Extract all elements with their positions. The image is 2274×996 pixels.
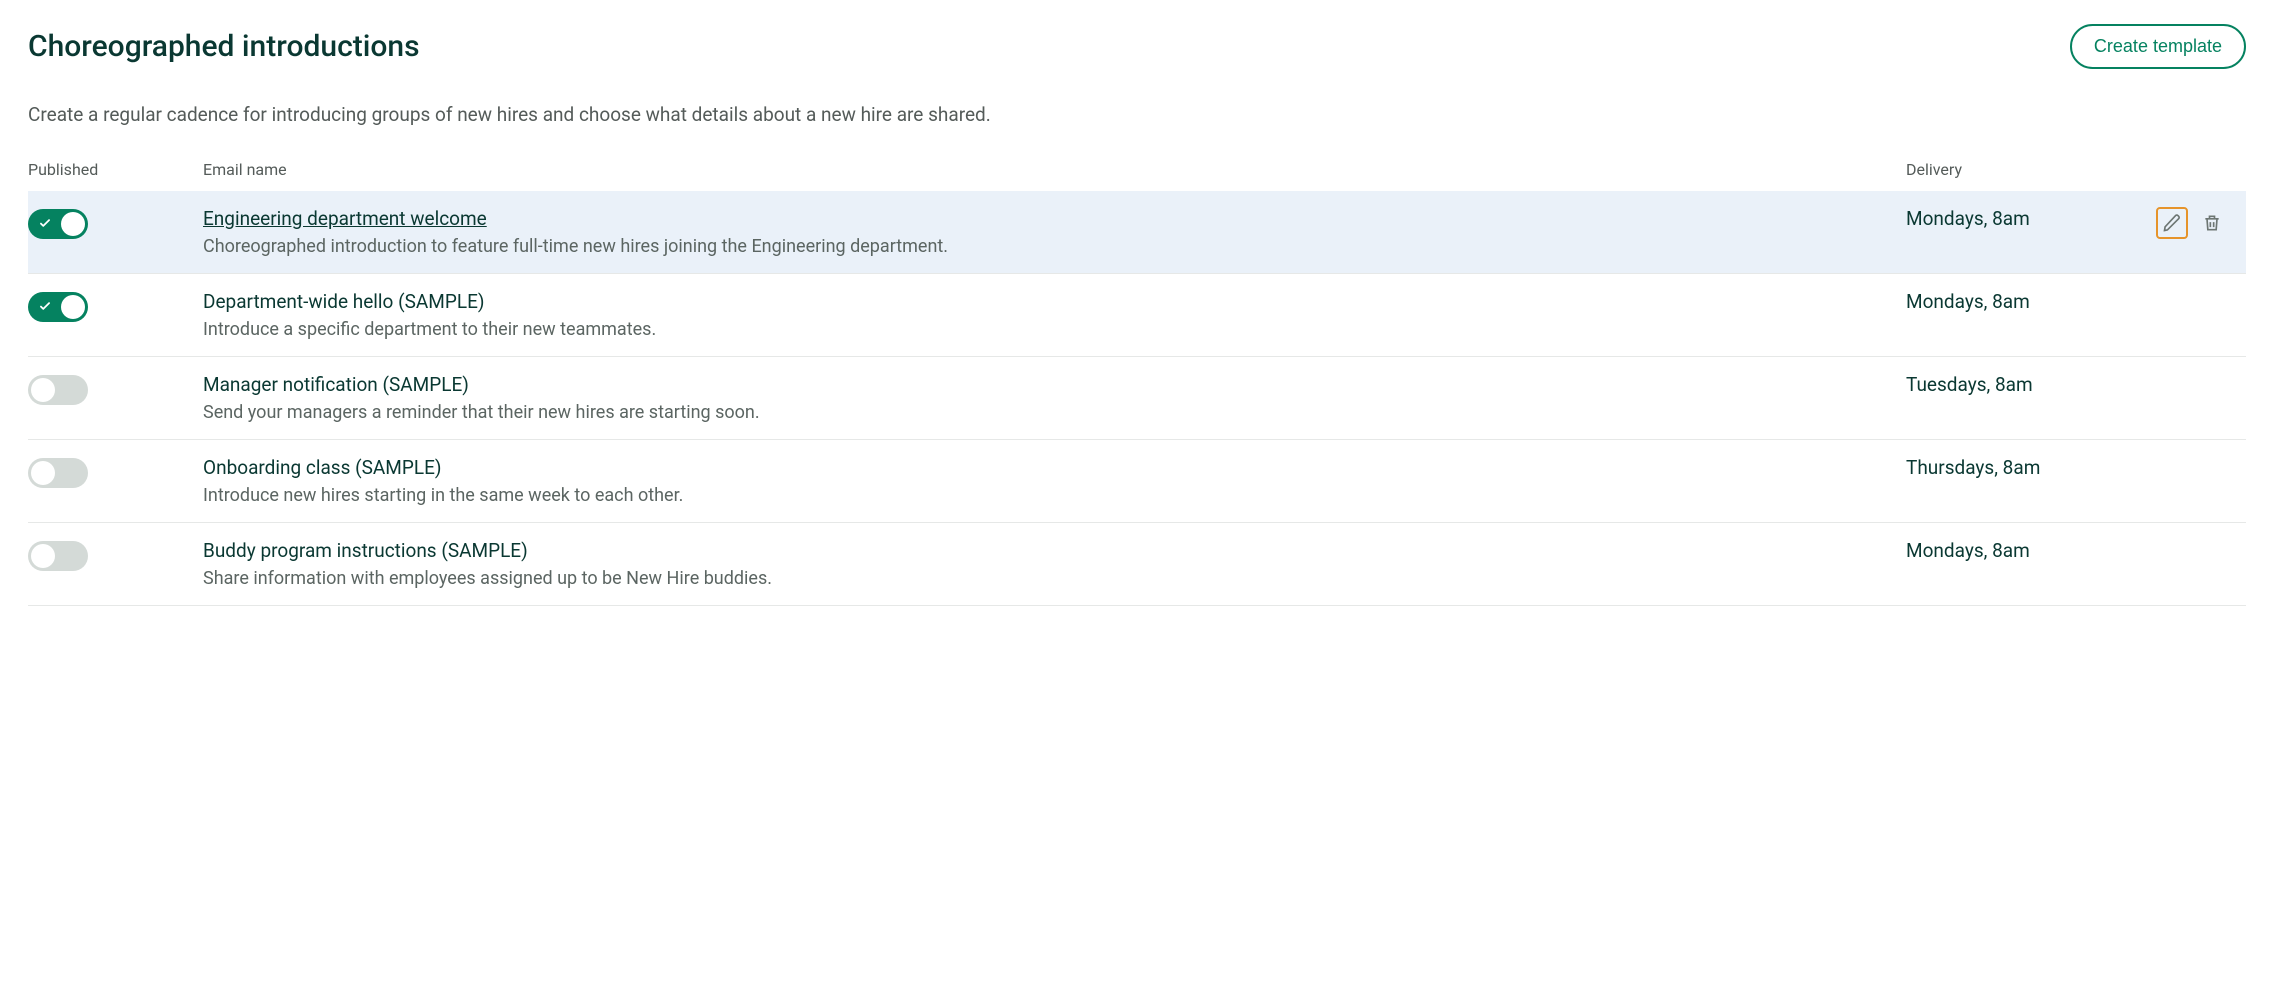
delivery-value: Mondays, 8am: [1906, 207, 2156, 230]
email-description: Introduce new hires starting in the same…: [203, 485, 1906, 506]
published-toggle[interactable]: [28, 292, 88, 322]
email-description: Share information with employees assigne…: [203, 568, 1906, 589]
pencil-icon: [2162, 213, 2182, 233]
email-description: Choreographed introduction to feature fu…: [203, 236, 1906, 257]
table-row: Buddy program instructions (SAMPLE) Share…: [28, 523, 2246, 606]
published-toggle[interactable]: [28, 375, 88, 405]
edit-button[interactable]: [2156, 207, 2188, 239]
check-icon: [38, 299, 52, 313]
table-row: Manager notification (SAMPLE) Send your m…: [28, 357, 2246, 440]
column-headers: Published Email name Delivery: [28, 160, 2246, 179]
column-header-email-name: Email name: [203, 160, 1906, 179]
page-subtitle: Create a regular cadence for introducing…: [28, 103, 2246, 126]
email-name: Department-wide hello (SAMPLE): [203, 290, 1906, 313]
email-name: Onboarding class (SAMPLE): [203, 456, 1906, 479]
column-header-published: Published: [28, 160, 203, 179]
delivery-value: Mondays, 8am: [1906, 290, 2156, 313]
table-row: Onboarding class (SAMPLE) Introduce new h…: [28, 440, 2246, 523]
published-toggle[interactable]: [28, 458, 88, 488]
page-title: Choreographed introductions: [28, 29, 420, 64]
delivery-value: Thursdays, 8am: [1906, 456, 2156, 479]
table-row: Department-wide hello (SAMPLE) Introduce …: [28, 274, 2246, 357]
table-row: Engineering department welcome Choreograp…: [28, 191, 2246, 274]
column-header-delivery: Delivery: [1906, 160, 2156, 179]
delivery-value: Mondays, 8am: [1906, 539, 2156, 562]
email-name: Buddy program instructions (SAMPLE): [203, 539, 1906, 562]
delivery-value: Tuesdays, 8am: [1906, 373, 2156, 396]
delete-button[interactable]: [2196, 207, 2228, 239]
email-name: Manager notification (SAMPLE): [203, 373, 1906, 396]
published-toggle[interactable]: [28, 541, 88, 571]
create-template-button[interactable]: Create template: [2070, 24, 2246, 69]
email-description: Send your managers a reminder that their…: [203, 402, 1906, 423]
email-description: Introduce a specific department to their…: [203, 319, 1906, 340]
email-name[interactable]: Engineering department welcome: [203, 207, 1906, 230]
trash-icon: [2202, 213, 2222, 233]
check-icon: [38, 216, 52, 230]
published-toggle[interactable]: [28, 209, 88, 239]
